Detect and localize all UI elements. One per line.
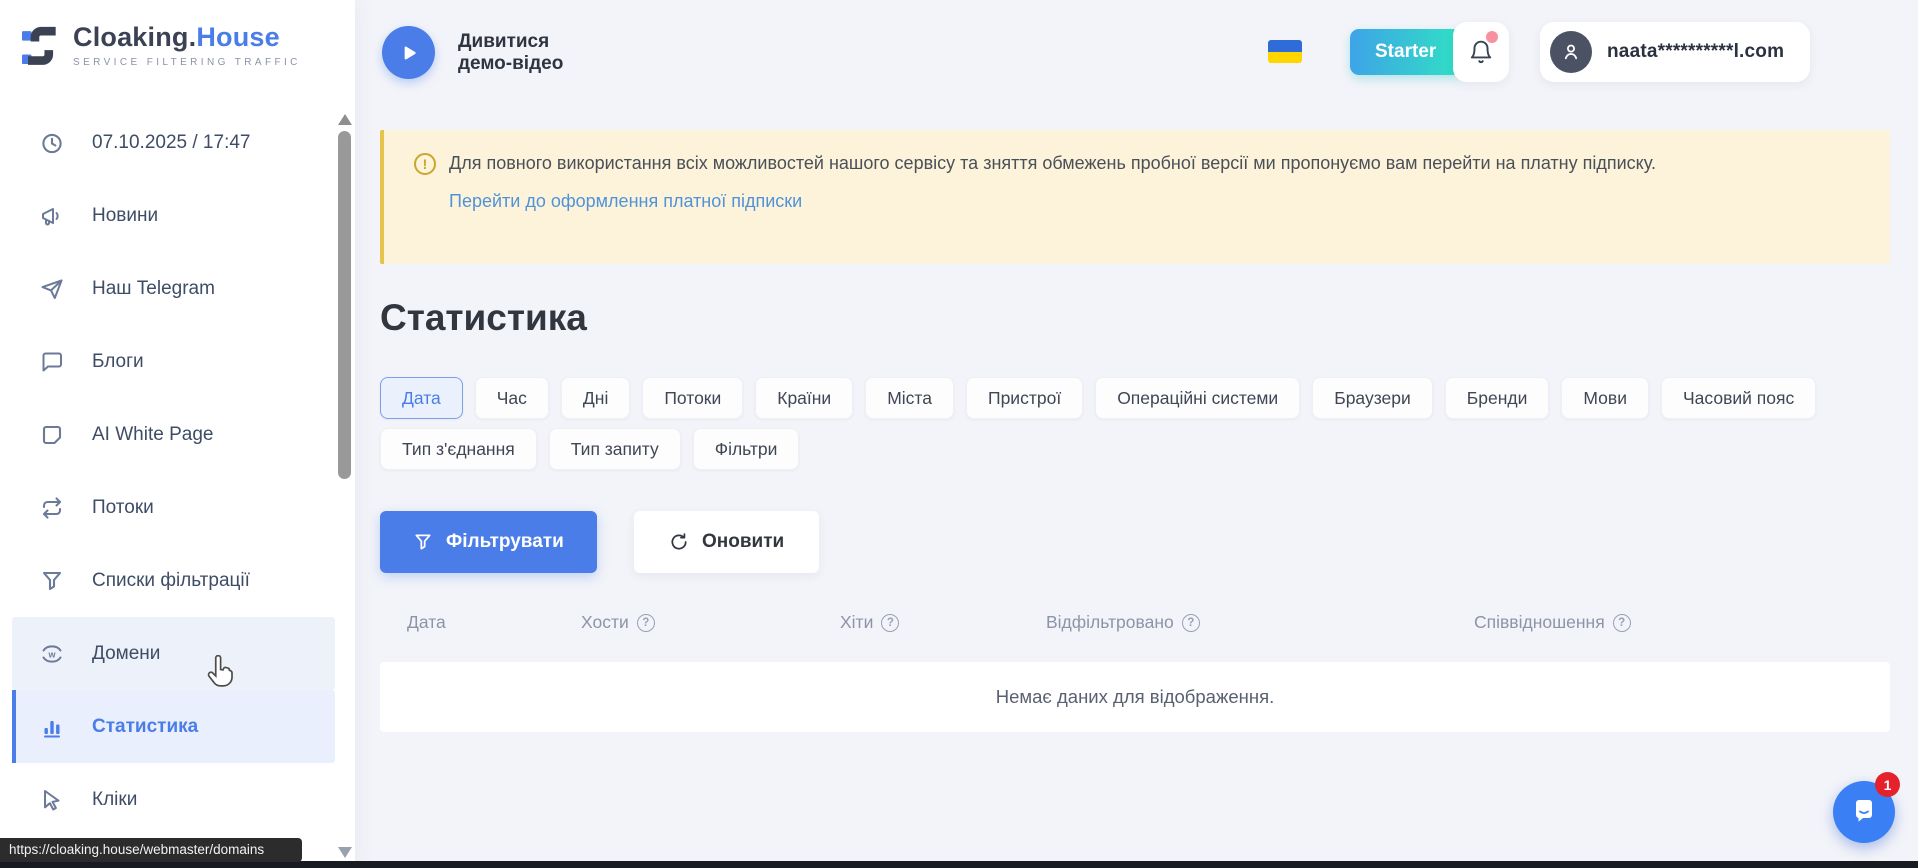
- sidebar-item-datetime: 07.10.2025 / 17:47: [12, 106, 335, 179]
- plan-badge-button[interactable]: Starter: [1350, 29, 1461, 75]
- page-icon: [39, 422, 65, 448]
- brand-name: Cloaking.House: [73, 22, 301, 53]
- tab-timezone[interactable]: Часовий пояс: [1661, 377, 1816, 419]
- sidebar-item-domains[interactable]: w Домени: [12, 617, 335, 690]
- window-bottom-edge: [0, 861, 1918, 868]
- sidebar-scroll-up-arrow[interactable]: [338, 114, 352, 125]
- sidebar: Cloaking.House SERVICE FILTERING TRAFFIC…: [0, 0, 355, 868]
- megaphone-icon: [39, 203, 65, 229]
- sidebar-scroll-down-arrow[interactable]: [338, 847, 352, 858]
- table-empty-state: Немає даних для відображення.: [380, 662, 1890, 732]
- chat-unread-badge: 1: [1875, 772, 1900, 797]
- sidebar-item-label: AI White Page: [92, 424, 213, 446]
- tab-devices[interactable]: Пристрої: [966, 377, 1083, 419]
- sidebar-scrollbar-thumb[interactable]: [338, 131, 351, 479]
- sidebar-item-ai-white-page[interactable]: AI White Page: [12, 398, 335, 471]
- tab-days[interactable]: Дні: [561, 377, 630, 419]
- brand-tagline: SERVICE FILTERING TRAFFIC: [73, 57, 301, 68]
- language-flag-ua[interactable]: [1268, 40, 1302, 63]
- chat-widget-button[interactable]: 1: [1833, 781, 1895, 843]
- flag-yellow-stripe: [1268, 52, 1302, 63]
- chat-bubble-icon: [39, 349, 65, 375]
- brand-logo[interactable]: Cloaking.House SERVICE FILTERING TRAFFIC: [22, 22, 301, 68]
- sidebar-item-filter-lists[interactable]: Списки фільтрації: [12, 544, 335, 617]
- banner-text: Для повного використання всіх можливосте…: [449, 152, 1656, 175]
- refresh-button[interactable]: Оновити: [634, 511, 819, 573]
- tab-countries[interactable]: Країни: [755, 377, 853, 419]
- filter-tabs-row-1: Дата Час Дні Потоки Країни Міста Пристро…: [380, 377, 1816, 419]
- sidebar-item-label: Статистика: [92, 716, 198, 738]
- sidebar-item-label: 07.10.2025 / 17:47: [92, 132, 250, 154]
- sidebar-nav: 07.10.2025 / 17:47 Новини Наш Telegram Б…: [0, 106, 355, 836]
- avatar: [1550, 31, 1592, 73]
- subscribe-link[interactable]: Перейти до оформлення платної підписки: [449, 191, 802, 212]
- filter-button[interactable]: Фільтрувати: [380, 511, 597, 573]
- notifications-button[interactable]: [1453, 22, 1509, 82]
- sidebar-item-label: Списки фільтрації: [92, 570, 250, 592]
- help-icon[interactable]: ?: [881, 614, 899, 632]
- user-email: naata**********l.com: [1607, 41, 1784, 63]
- chat-widget-icon: [1848, 796, 1880, 828]
- user-account-chip[interactable]: naata**********l.com: [1540, 22, 1810, 82]
- sidebar-item-label: Новини: [92, 205, 158, 227]
- tab-filters[interactable]: Фільтри: [693, 428, 800, 470]
- cursor-icon: [39, 787, 65, 813]
- tab-cities[interactable]: Міста: [865, 377, 954, 419]
- sidebar-item-flows[interactable]: Потоки: [12, 471, 335, 544]
- tab-request-type[interactable]: Тип запиту: [549, 428, 681, 470]
- sidebar-item-clicks[interactable]: Кліки: [12, 763, 335, 836]
- flag-blue-stripe: [1268, 40, 1302, 52]
- column-header-filtered: Відфільтровано?: [1046, 612, 1474, 633]
- table-header-row: Дата Хости? Хіти? Відфільтровано? Співві…: [380, 612, 1890, 633]
- svg-text:w: w: [47, 649, 56, 659]
- help-icon[interactable]: ?: [1613, 614, 1631, 632]
- sidebar-item-label: Потоки: [92, 497, 154, 519]
- sidebar-item-label: Наш Telegram: [92, 278, 215, 300]
- column-header-date: Дата: [407, 612, 581, 633]
- filter-tabs-row-2: Тип з'єднання Тип запиту Фільтри: [380, 428, 799, 470]
- flows-icon: [39, 495, 65, 521]
- tab-date[interactable]: Дата: [380, 377, 463, 419]
- column-header-ratio: Співвідношення?: [1474, 612, 1890, 633]
- tab-operating-systems[interactable]: Операційні системи: [1095, 377, 1300, 419]
- sidebar-item-news[interactable]: Новини: [12, 179, 335, 252]
- column-header-hosts: Хости?: [581, 612, 840, 633]
- sidebar-item-telegram[interactable]: Наш Telegram: [12, 252, 335, 325]
- tab-brands[interactable]: Бренди: [1445, 377, 1550, 419]
- sidebar-item-label: Блоги: [92, 351, 144, 373]
- page-title: Статистика: [380, 297, 587, 339]
- funnel-icon: [413, 532, 433, 552]
- sidebar-item-statistics[interactable]: Статистика: [12, 690, 335, 763]
- tab-languages[interactable]: Мови: [1561, 377, 1649, 419]
- watch-demo-label[interactable]: Дивитися демо-відео: [458, 31, 563, 75]
- play-demo-button[interactable]: [382, 26, 435, 79]
- notification-dot: [1486, 31, 1498, 43]
- play-icon: [398, 42, 420, 64]
- trial-warning-banner: ! Для повного використання всіх можливос…: [380, 130, 1890, 264]
- clock-icon: [39, 130, 65, 156]
- bar-chart-icon: [39, 714, 65, 740]
- tab-time[interactable]: Час: [475, 377, 549, 419]
- sidebar-item-label: Домени: [92, 643, 160, 665]
- sidebar-item-blogs[interactable]: Блоги: [12, 325, 335, 398]
- funnel-icon: [39, 568, 65, 594]
- column-header-hits: Хіти?: [840, 612, 1046, 633]
- tab-connection-type[interactable]: Тип з'єднання: [380, 428, 537, 470]
- tab-browsers[interactable]: Браузери: [1312, 377, 1433, 419]
- refresh-icon: [669, 532, 689, 552]
- browser-status-url: https://cloaking.house/webmaster/domains: [0, 838, 302, 862]
- warning-icon: !: [414, 153, 436, 175]
- domains-icon: w: [39, 641, 65, 667]
- help-icon[interactable]: ?: [637, 614, 655, 632]
- help-icon[interactable]: ?: [1182, 614, 1200, 632]
- telegram-icon: [39, 276, 65, 302]
- sidebar-item-label: Кліки: [92, 789, 137, 811]
- tab-flows[interactable]: Потоки: [642, 377, 743, 419]
- brand-logo-icon: [22, 22, 60, 68]
